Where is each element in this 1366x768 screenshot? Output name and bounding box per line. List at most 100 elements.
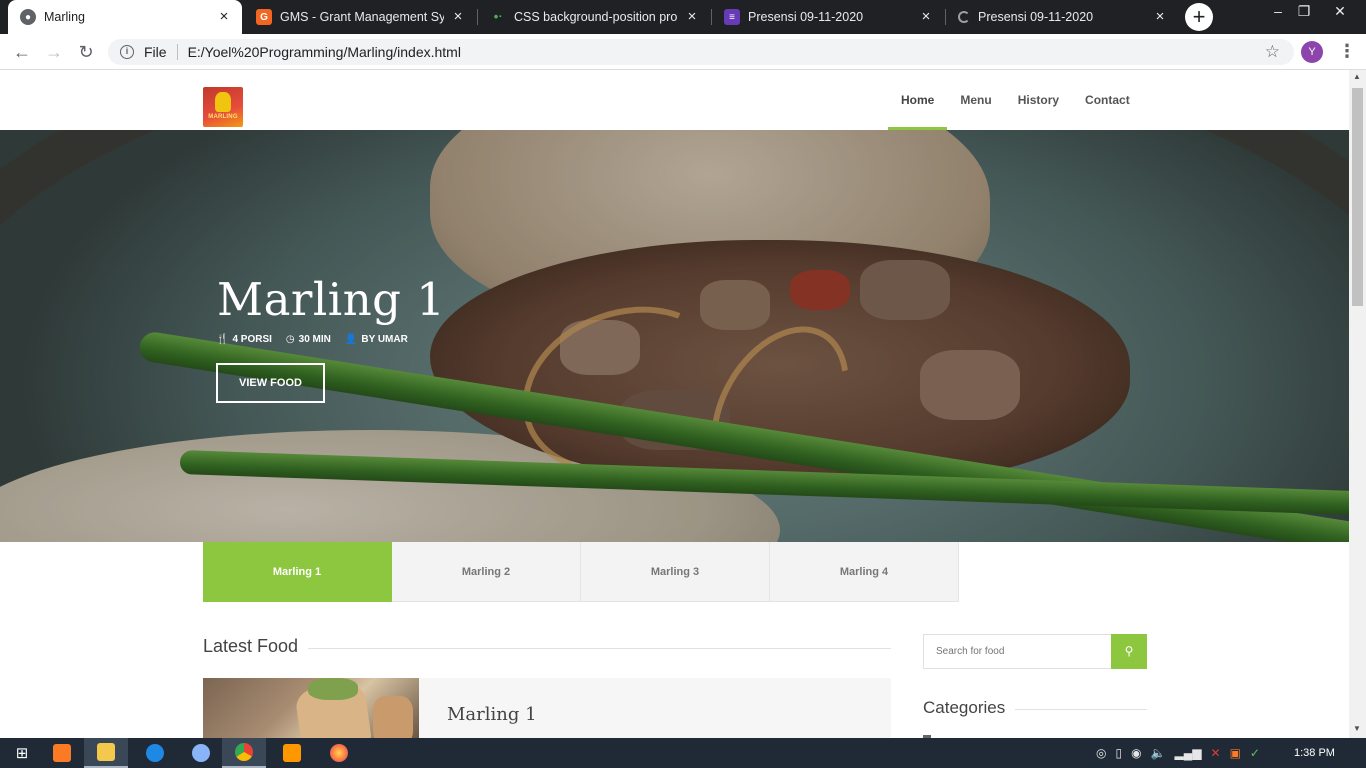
- tab-title: GMS - Grant Management Sysyem: [280, 10, 444, 24]
- hero-title: Marling 1: [217, 273, 446, 326]
- browser-tab-css[interactable]: •ᐧ CSS background-position property ×: [478, 0, 710, 34]
- categories-heading-text: Categories: [923, 698, 1006, 717]
- tray-network-globe-icon[interactable]: ◉: [1131, 746, 1141, 760]
- nav-menu[interactable]: Menu: [947, 70, 1004, 130]
- tray-shield-icon[interactable]: ✓: [1250, 746, 1260, 760]
- scrollbar-thumb[interactable]: [1352, 88, 1363, 306]
- browser-tab-strip: ● Marling × G GMS - Grant Management Sys…: [0, 0, 1366, 34]
- site-logo[interactable]: MARLING: [203, 87, 243, 127]
- xampp-icon: [53, 744, 71, 762]
- nav-home[interactable]: Home: [888, 70, 948, 130]
- taskbar-sublime[interactable]: [270, 738, 314, 768]
- browser-menu-icon[interactable]: ⋮: [1338, 40, 1356, 64]
- meta-time-text: 30 MIN: [298, 334, 331, 345]
- meta-time: ◷ 30 MIN: [286, 334, 331, 345]
- profile-avatar[interactable]: Y: [1301, 41, 1323, 63]
- gms-icon: G: [256, 9, 272, 25]
- browser-toolbar: ← → ↻ i File E:/Yoel%20Programming/Marli…: [0, 34, 1366, 70]
- browser-tab-presensi-2[interactable]: Presensi 09-11-2020 ×: [946, 0, 1178, 34]
- thumb-shape: [308, 678, 358, 700]
- main-nav: Home Menu History Contact: [888, 70, 1143, 130]
- app-icon: [192, 744, 210, 762]
- recipe-tab-2[interactable]: Marling 2: [392, 542, 581, 602]
- browser-tab-gms[interactable]: G GMS - Grant Management Sysyem ×: [244, 0, 476, 34]
- forms-icon: ≡: [724, 9, 740, 25]
- nav-contact[interactable]: Contact: [1072, 70, 1143, 130]
- utensils-icon: 🍴: [216, 334, 229, 345]
- close-window-button[interactable]: ✕: [1322, 0, 1358, 34]
- user-icon: 👤: [344, 334, 358, 345]
- food-card-title[interactable]: Marling 1: [447, 704, 537, 725]
- latest-food-heading-text: Latest Food: [203, 636, 299, 656]
- windows-icon: ⊞: [15, 745, 29, 762]
- tray-alert-icon[interactable]: ✕: [1211, 746, 1221, 760]
- chrome-icon: [235, 743, 253, 761]
- food-thumbnail[interactable]: [203, 678, 419, 738]
- new-tab-button[interactable]: +: [1185, 3, 1213, 31]
- close-tab-icon[interactable]: ×: [918, 9, 934, 25]
- edge-icon: [146, 744, 164, 762]
- clock-icon: ◷: [285, 334, 295, 345]
- heading-divider: [308, 648, 891, 649]
- scroll-up-icon[interactable]: ▲: [1353, 72, 1361, 81]
- close-tab-icon[interactable]: ×: [1152, 9, 1168, 25]
- taskbar-edge[interactable]: [133, 738, 177, 768]
- logo-figure: [215, 92, 231, 112]
- taskbar-app[interactable]: [179, 738, 223, 768]
- recipe-tabs: Marling 1 Marling 2 Marling 3 Marling 4: [203, 542, 959, 602]
- browser-tab-presensi-1[interactable]: ≡ Presensi 09-11-2020 ×: [712, 0, 944, 34]
- site-header: MARLING Home Menu History Contact: [0, 70, 1349, 130]
- restore-button[interactable]: ❐: [1286, 0, 1322, 34]
- tab-title: Marling: [44, 10, 85, 24]
- meta-servings-text: 4 PORSI: [232, 334, 272, 345]
- latest-food-heading: Latest Food: [203, 636, 891, 657]
- back-icon[interactable]: ←: [10, 40, 34, 64]
- close-tab-icon[interactable]: ×: [216, 9, 232, 25]
- nav-history[interactable]: History: [1005, 70, 1072, 130]
- search-button[interactable]: ⚲: [1111, 634, 1147, 669]
- categories-heading: Categories: [923, 698, 1147, 718]
- sublime-icon: [283, 744, 301, 762]
- wifi-icon[interactable]: ▂▄▆: [1175, 746, 1202, 760]
- tab-title: Presensi 09-11-2020: [978, 10, 1094, 24]
- meta-author: 👤 BY UMAR: [345, 334, 408, 345]
- loading-icon: [958, 11, 970, 23]
- taskbar-file-explorer[interactable]: [84, 738, 128, 768]
- heading-divider: [1015, 709, 1147, 710]
- close-tab-icon[interactable]: ×: [684, 9, 700, 25]
- hero-meta: 🍴 4 PORSI ◷ 30 MIN 👤 BY UMAR: [216, 334, 408, 345]
- site-info-icon[interactable]: i: [120, 45, 134, 59]
- hero-banner: Marling 1 🍴 4 PORSI ◷ 30 MIN 👤 BY UMAR V…: [0, 130, 1349, 542]
- scroll-down-icon[interactable]: ▼: [1353, 724, 1361, 733]
- address-bar[interactable]: i File E:/Yoel%20Programming/Marling/ind…: [108, 39, 1294, 65]
- firefox-icon: [330, 744, 348, 762]
- tray-app-icon[interactable]: ◎: [1096, 746, 1106, 760]
- meta-servings: 🍴 4 PORSI: [216, 334, 272, 345]
- taskbar-xampp[interactable]: [40, 738, 84, 768]
- forward-icon[interactable]: →: [42, 40, 66, 64]
- close-tab-icon[interactable]: ×: [450, 9, 466, 25]
- start-button[interactable]: ⊞: [0, 738, 44, 768]
- taskbar-chrome[interactable]: [222, 738, 266, 768]
- recipe-tab-1[interactable]: Marling 1: [203, 542, 392, 602]
- volume-icon[interactable]: 🔈: [1151, 746, 1166, 760]
- reload-icon[interactable]: ↻: [74, 40, 98, 64]
- recipe-tab-3[interactable]: Marling 3: [581, 542, 770, 602]
- page-scrollbar[interactable]: ▲ ▼: [1349, 70, 1366, 738]
- tray-usb-icon[interactable]: ▯: [1115, 746, 1122, 760]
- food-card[interactable]: Marling 1: [203, 678, 891, 738]
- view-food-button[interactable]: VIEW FOOD: [216, 363, 325, 403]
- taskbar-clock[interactable]: 1:38 PM: [1294, 738, 1335, 768]
- system-tray: ◎ ▯ ◉ 🔈 ▂▄▆ ✕ ▣ ✓: [1096, 738, 1260, 768]
- url-protocol: File: [144, 44, 167, 60]
- browser-tab-marling[interactable]: ● Marling ×: [8, 0, 242, 34]
- windows-taskbar: ⊞ ◎ ▯ ◉ 🔈 ▂▄▆ ✕ ▣ ✓ 1:38 PM: [0, 738, 1366, 768]
- url-text[interactable]: E:/Yoel%20Programming/Marling/index.html: [188, 44, 461, 60]
- thumb-shape: [373, 696, 413, 738]
- recipe-tab-4[interactable]: Marling 4: [770, 542, 959, 602]
- bookmark-star-icon[interactable]: ☆: [1265, 42, 1280, 62]
- hero-overlay: [0, 130, 1349, 542]
- taskbar-firefox[interactable]: [317, 738, 361, 768]
- tray-xampp-icon[interactable]: ▣: [1230, 746, 1241, 760]
- search-input[interactable]: [923, 634, 1111, 669]
